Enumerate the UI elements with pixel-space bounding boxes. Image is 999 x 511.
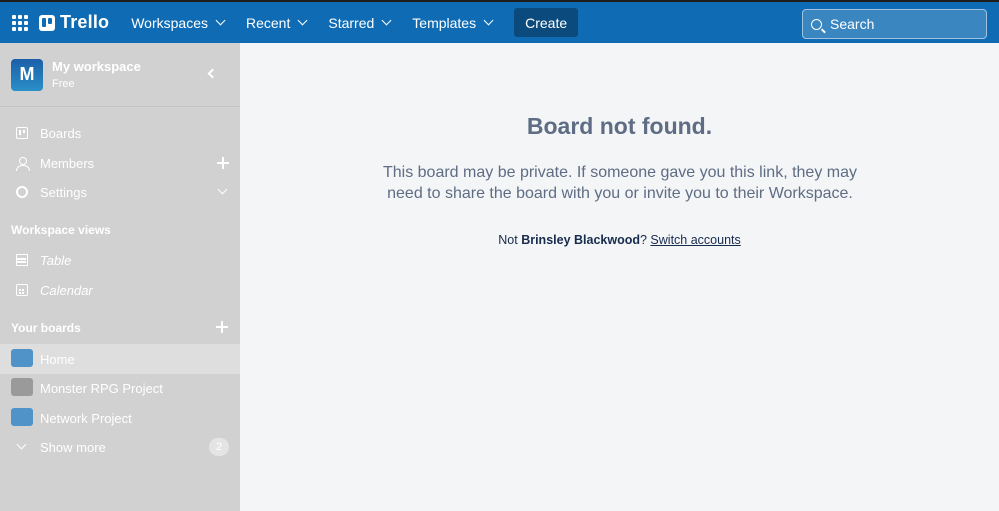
board-thumbnail <box>11 378 33 396</box>
collapse-sidebar-icon[interactable] <box>207 68 218 79</box>
create-button[interactable]: Create <box>514 8 579 37</box>
logo-text: Trello <box>60 12 110 32</box>
nav-starred-label: Starred <box>328 14 375 31</box>
nav-templates[interactable]: Templates <box>404 7 500 39</box>
main-content: Board not found. This board may be priva… <box>240 43 999 511</box>
sidebar-view-label: Table <box>40 253 72 268</box>
sidebar-board-monster-rpg[interactable]: Monster RPG Project <box>0 373 240 403</box>
chevron-down-icon <box>483 15 494 26</box>
not-prefix: Not <box>498 233 522 247</box>
question-mark: ? <box>639 233 647 247</box>
board-thumbnail <box>11 408 33 426</box>
chevron-down-icon <box>215 15 226 26</box>
nav-recent[interactable]: Recent <box>238 7 314 39</box>
workspace-avatar[interactable]: M <box>11 58 43 91</box>
app-switcher-icon[interactable] <box>12 14 28 31</box>
chevron-down-icon[interactable] <box>217 184 228 195</box>
workspace-name[interactable]: My workspace <box>52 59 141 74</box>
show-more-label: Show more <box>40 440 106 455</box>
sidebar-item-members[interactable]: Members <box>0 148 240 178</box>
nav-workspaces[interactable]: Workspaces <box>123 7 232 39</box>
boards-icon <box>16 127 28 139</box>
gear-icon <box>16 186 28 198</box>
sidebar-item-boards[interactable]: Boards <box>0 118 240 148</box>
nav-recent-label: Recent <box>246 14 291 31</box>
sidebar-board-home[interactable]: Home <box>0 344 240 374</box>
sidebar-board-network[interactable]: Network Project <box>0 403 240 433</box>
members-icon <box>16 157 30 171</box>
sidebar-item-label: Settings <box>40 185 87 200</box>
hidden-boards-count: 2 <box>209 438 229 456</box>
board-label: Monster RPG Project <box>40 381 163 396</box>
calendar-icon <box>16 284 28 296</box>
user-name: Brinsley Blackwood <box>521 233 640 247</box>
workspace-plan: Free <box>52 78 75 90</box>
table-icon <box>16 254 28 266</box>
add-board-icon[interactable] <box>216 321 228 333</box>
search-placeholder: Search <box>830 16 875 32</box>
your-boards-title: Your boards <box>11 321 81 335</box>
sidebar-item-label: Members <box>40 156 95 171</box>
sidebar: M My workspace Free Boards Members Setti… <box>0 43 240 511</box>
search-input[interactable]: Search <box>802 9 987 39</box>
board-thumbnail <box>11 349 33 367</box>
switch-accounts-link[interactable]: Switch accounts <box>650 233 740 247</box>
page-title: Board not found. <box>526 113 713 139</box>
workspace-views-title: Workspace views <box>11 223 111 237</box>
chevron-down-icon <box>297 15 308 26</box>
trello-logo-icon <box>39 14 55 31</box>
sidebar-view-label: Calendar <box>40 283 93 298</box>
sidebar-view-calendar[interactable]: Calendar <box>0 275 240 305</box>
nav-workspaces-label: Workspaces <box>131 14 208 31</box>
chevron-down-icon <box>16 439 27 450</box>
nav-starred[interactable]: Starred <box>320 7 398 39</box>
add-member-icon[interactable] <box>217 157 229 169</box>
sidebar-item-settings[interactable]: Settings <box>0 177 240 207</box>
board-label: Home <box>40 352 75 367</box>
trello-logo[interactable]: Trello <box>39 12 109 33</box>
nav-templates-label: Templates <box>412 14 477 31</box>
top-navbar: Trello Workspaces Recent Starred Templat… <box>0 0 999 43</box>
show-more-boards[interactable]: Show more 2 <box>0 432 240 462</box>
workspace-header: M My workspace Free <box>0 43 240 107</box>
sidebar-item-label: Boards <box>40 126 82 141</box>
account-notice: Not Brinsley Blackwood? Switch accounts <box>240 233 999 247</box>
search-icon <box>811 18 822 30</box>
chevron-down-icon <box>381 15 392 26</box>
board-label: Network Project <box>40 411 132 426</box>
sidebar-view-table[interactable]: Table <box>0 245 240 275</box>
error-description: This board may be private. If someone ga… <box>382 164 857 202</box>
